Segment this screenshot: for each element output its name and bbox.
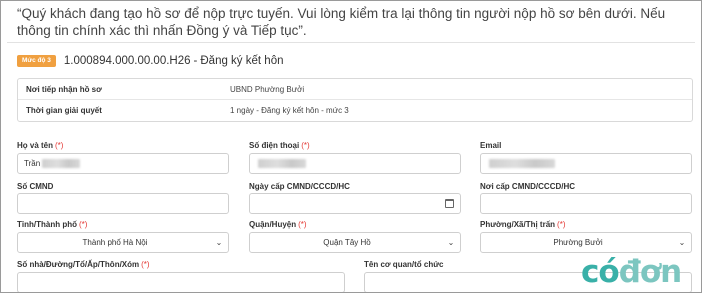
redacted-text xyxy=(489,159,555,168)
email-input[interactable] xyxy=(480,153,692,174)
required-mark: (*) xyxy=(301,141,310,150)
province-label: Tỉnh/Thành phố (*) xyxy=(17,220,88,229)
divider xyxy=(7,42,695,43)
required-mark: (*) xyxy=(557,220,566,229)
duration-value: 1 ngày - Đăng ký kết hôn - mức 3 xyxy=(230,106,349,115)
required-mark: (*) xyxy=(78,220,88,229)
redacted-text xyxy=(258,159,306,168)
required-mark: (*) xyxy=(298,220,307,229)
address-label: Số nhà/Đường/Tổ/Ấp/Thôn/Xóm (*) xyxy=(17,260,150,269)
procedure-name: Đăng ký kết hôn xyxy=(200,55,284,67)
procedure-header: Mức độ 3 1.000894.000.00.00.H26 - Đăng k… xyxy=(17,52,283,70)
confirmation-notice: “Quý khách đang tạo hồ sơ để nộp trực tu… xyxy=(17,6,666,38)
province-select[interactable]: Thành phố Hà Nội ⌄ xyxy=(17,232,229,253)
redacted-text xyxy=(42,159,81,168)
duration-label: Thời gian giải quyết xyxy=(26,106,102,115)
district-selected: Quận Tây Hồ xyxy=(323,238,371,247)
issue-place-label: Nơi cấp CMND/CCCD/HC xyxy=(480,182,576,191)
info-row-receiver: Nơi tiếp nhận hồ sơ UBND Phường Bưởi xyxy=(18,79,692,100)
receiver-value: UBND Phường Bưởi xyxy=(230,84,305,94)
required-mark: (*) xyxy=(55,141,64,150)
form-window: “Quý khách đang tạo hồ sơ để nộp trực tu… xyxy=(0,0,702,293)
codon-watermark-logo: cóđơn xyxy=(581,254,682,290)
ward-selected: Phường Bưởi xyxy=(553,238,603,247)
id-number-input[interactable] xyxy=(17,193,229,214)
full-name-input[interactable]: Trần xyxy=(17,153,229,174)
procedure-code: 1.000894.000.00.00.H26 xyxy=(63,55,191,67)
email-label: Email xyxy=(480,141,502,150)
level-badge: Mức độ 3 xyxy=(17,55,56,67)
issue-date-label: Ngày cấp CMND/CCCD/HC xyxy=(249,182,350,191)
chevron-down-icon: ⌄ xyxy=(447,238,455,247)
organization-label: Tên cơ quan/tổ chức xyxy=(364,260,444,269)
address-input[interactable] xyxy=(17,272,345,292)
chevron-down-icon: ⌄ xyxy=(215,238,223,247)
calendar-icon[interactable] xyxy=(445,199,454,208)
issue-place-input[interactable] xyxy=(480,193,692,214)
procedure-separator: - xyxy=(193,55,198,67)
full-name-label: Họ và tên (*) xyxy=(17,141,64,150)
issue-date-input[interactable] xyxy=(249,193,461,214)
ward-label: Phường/Xã/Thị trấn (*) xyxy=(480,220,566,229)
ward-select[interactable]: Phường Bưởi ⌄ xyxy=(480,232,692,253)
phone-label: Số điện thoại (*) xyxy=(249,141,310,150)
phone-input[interactable] xyxy=(249,153,461,174)
district-select[interactable]: Quận Tây Hồ ⌄ xyxy=(249,232,461,253)
chevron-down-icon: ⌄ xyxy=(678,238,686,247)
full-name-value: Trần xyxy=(24,159,41,168)
procedure-info-table: Nơi tiếp nhận hồ sơ UBND Phường Bưởi Thờ… xyxy=(17,78,693,122)
info-row-duration: Thời gian giải quyết 1 ngày - Đăng ký kế… xyxy=(18,100,692,121)
required-mark: (*) xyxy=(141,260,150,269)
receiver-label: Nơi tiếp nhận hồ sơ xyxy=(26,84,102,94)
id-number-label: Số CMND xyxy=(17,182,54,191)
province-selected: Thành phố Hà Nội xyxy=(82,238,148,247)
district-label: Quận/Huyện (*) xyxy=(249,220,307,229)
